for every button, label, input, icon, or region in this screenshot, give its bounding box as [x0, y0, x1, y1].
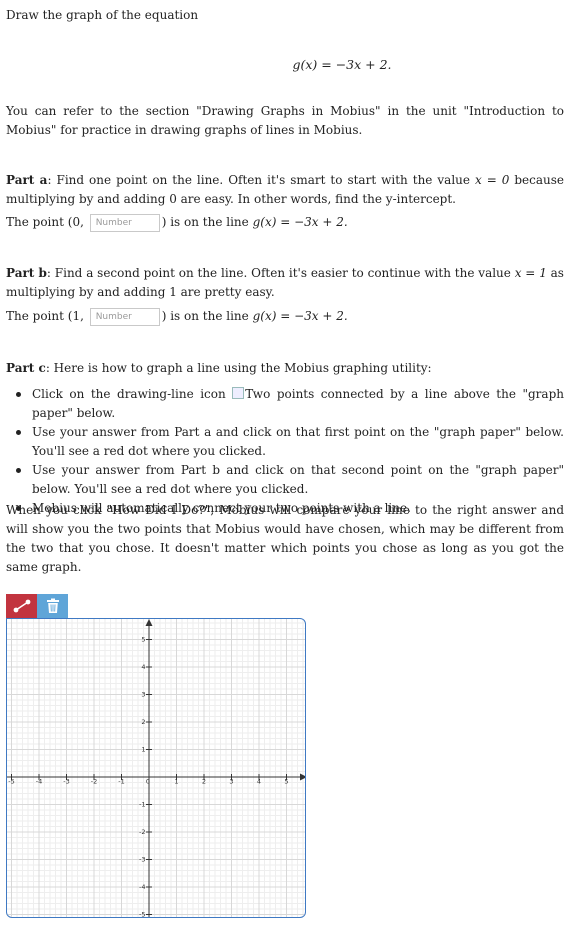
part-a-text: Part a: Find one point on the line. Ofte… [6, 173, 565, 206]
x-tick-label: 3 [229, 778, 233, 786]
broken-image-icon [232, 387, 245, 399]
y-tick-label: -3 [139, 856, 145, 864]
line-icon-alt-text: Two points connected by a line [245, 387, 448, 401]
graph-canvas[interactable]: -5 -4 -3 -2 -1 0 1 2 3 4 5 5 4 3 2 1 -1 -2 -3 -4 -5 [7, 619, 306, 918]
list-item: Use your answer from Part a and click on… [6, 423, 564, 461]
x-tick-label: -4 [36, 778, 42, 786]
list-item: Click on the drawing-line icon Two point… [6, 385, 564, 423]
delete-button[interactable] [37, 594, 68, 618]
x-tick-label: -2 [91, 778, 97, 786]
x-tick-label: -1 [118, 778, 124, 786]
y-tick-label: -1 [139, 801, 145, 809]
y-tick-label: -4 [139, 883, 145, 891]
graph-toolbar [6, 594, 68, 618]
x-tick-label: 2 [202, 778, 206, 786]
refer-text: You can refer to the section "Drawing Gr… [6, 104, 564, 137]
y-tick-label: -5 [139, 911, 145, 919]
part-c-label: Part c [6, 361, 46, 375]
part-a-y-input[interactable]: Number [89, 213, 160, 232]
y-tick-label: 4 [141, 663, 145, 671]
x-tick-label: 5 [284, 778, 288, 786]
part-b-label: Part b [6, 266, 47, 280]
x-tick-label: 4 [257, 778, 261, 786]
part-b-text: Part b: Find a second point on the line.… [6, 266, 564, 299]
part-c-text: Part c: Here is how to graph a line usin… [6, 361, 432, 375]
intro-text: Draw the graph of the equation [6, 8, 199, 22]
line-tool-button[interactable] [6, 594, 37, 618]
x-tick-label: -3 [63, 778, 69, 786]
part-a-point-line: The point (0, Number) is on the line g(x… [6, 213, 564, 232]
instruction-list: Click on the drawing-line icon Two point… [6, 385, 564, 518]
y-tick-label: 1 [141, 746, 145, 754]
trash-icon [46, 598, 59, 613]
closing-text: When you click "How Did I Do?", Mobius w… [6, 503, 564, 574]
x-tick-label: 0 [146, 778, 150, 786]
y-tick-label: 3 [141, 691, 145, 699]
main-equation: g(x) = −3x + 2. [292, 57, 392, 72]
y-tick-label: 5 [141, 636, 145, 644]
graph-paper[interactable]: -5 -4 -3 -2 -1 0 1 2 3 4 5 5 4 3 2 1 -1 -2 -3 -4 -5 [6, 618, 306, 918]
list-item: Use your answer from Part b and click on… [6, 461, 564, 499]
x-tick-label: -5 [8, 778, 14, 786]
part-b-y-input[interactable]: Number [89, 307, 160, 326]
y-tick-label: -2 [139, 828, 145, 836]
part-b-point-line: The point (1, Number) is on the line g(x… [6, 307, 564, 326]
part-a-label: Part a [6, 173, 48, 187]
line-tool-icon [13, 599, 30, 613]
x-tick-label: 1 [174, 778, 178, 786]
y-tick-label: 2 [141, 718, 145, 726]
